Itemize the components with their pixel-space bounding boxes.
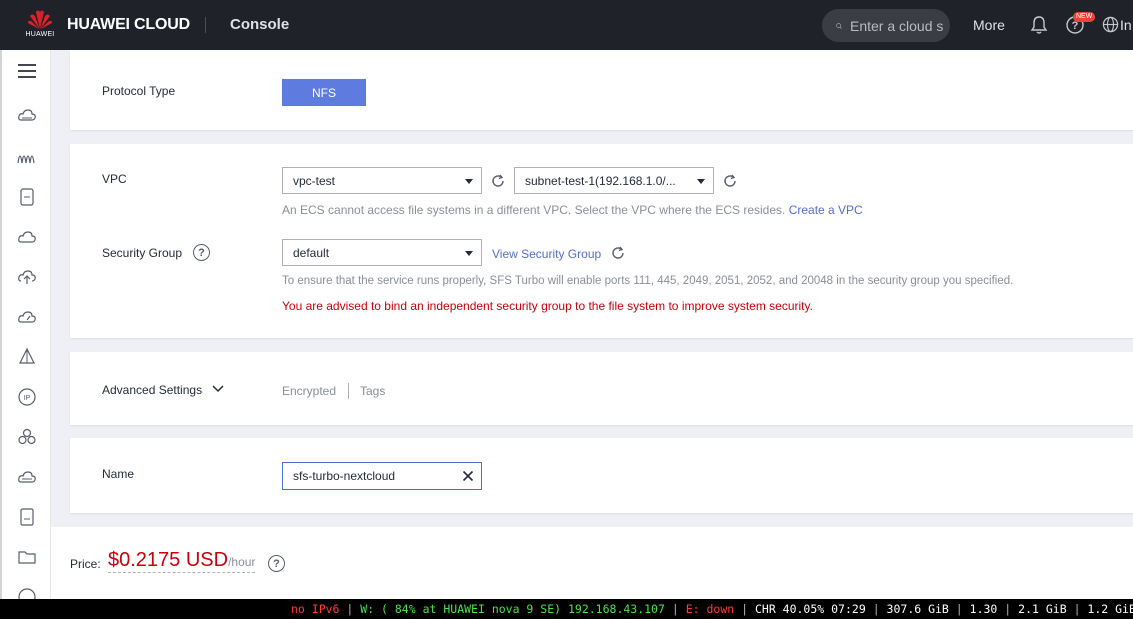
security-group-help-icon[interactable]: ? bbox=[193, 244, 210, 261]
price-amount: $0.2175 USD bbox=[108, 549, 229, 571]
search-icon bbox=[836, 22, 842, 29]
chevron-down-icon[interactable] bbox=[212, 383, 224, 395]
storage-icon[interactable] bbox=[16, 186, 38, 208]
tab-tags[interactable]: Tags bbox=[360, 384, 385, 398]
bandwidth-icon[interactable] bbox=[16, 146, 38, 168]
menu-icon[interactable] bbox=[16, 60, 38, 82]
folder-icon[interactable] bbox=[16, 546, 38, 568]
disk-status: 307.6 GiB bbox=[886, 602, 949, 616]
ethernet-status: E: down bbox=[685, 602, 735, 616]
network-icon[interactable] bbox=[16, 346, 38, 368]
name-field[interactable] bbox=[282, 462, 482, 490]
protocol-type-label: Protocol Type bbox=[102, 84, 176, 98]
language-selector[interactable]: In bbox=[1120, 17, 1132, 33]
cloud-server-icon[interactable] bbox=[16, 106, 38, 128]
vpc-label: VPC bbox=[102, 172, 127, 186]
more-menu[interactable]: More bbox=[973, 17, 1005, 33]
sidebar: IP bbox=[0, 50, 51, 599]
bell-icon[interactable] bbox=[1029, 15, 1049, 35]
name-input[interactable] bbox=[293, 469, 453, 483]
tab-encrypted[interactable]: Encrypted bbox=[282, 384, 336, 398]
search-input[interactable] bbox=[850, 17, 950, 34]
main-content: Protocol Type NFS VPC vpc-test subnet-te… bbox=[51, 50, 1133, 599]
subnet-select-value: subnet-test-1(192.168.1.0/... bbox=[525, 173, 676, 188]
view-security-group-link[interactable]: View Security Group bbox=[492, 247, 601, 261]
more-icon[interactable] bbox=[16, 586, 38, 599]
vpc-select-value: vpc-test bbox=[293, 173, 336, 188]
clear-icon[interactable] bbox=[462, 470, 474, 482]
brand-divider bbox=[205, 17, 206, 33]
refresh-vpc-icon[interactable] bbox=[491, 174, 505, 188]
cloud-icon[interactable] bbox=[16, 226, 38, 248]
price-label: Price: bbox=[70, 557, 101, 571]
memory-status: 2.1 GiB bbox=[1018, 602, 1067, 616]
advanced-settings-card: Advanced Settings Encrypted Tags bbox=[70, 352, 1133, 425]
swap-status: 1.2 GiB bbox=[1087, 602, 1133, 616]
advanced-settings-toggle[interactable]: Advanced Settings bbox=[102, 383, 202, 397]
network-card: VPC vpc-test subnet-test-1(192.168.1.0/.… bbox=[70, 144, 1133, 338]
globe-icon[interactable] bbox=[1102, 16, 1119, 33]
svg-text:IP: IP bbox=[24, 395, 31, 402]
document-icon[interactable] bbox=[16, 506, 38, 528]
load-status: 1.30 bbox=[969, 602, 998, 616]
security-group-warning: You are advised to bind an independent s… bbox=[282, 299, 813, 313]
ipv6-status: no IPv6 bbox=[291, 602, 340, 616]
vpc-hint: An ECS cannot access file systems in a d… bbox=[282, 203, 863, 217]
refresh-security-group-icon[interactable] bbox=[611, 246, 625, 260]
chevron-down-icon bbox=[465, 251, 473, 256]
ip-icon[interactable]: IP bbox=[16, 386, 38, 408]
new-badge: NEW bbox=[1073, 12, 1096, 22]
speed-icon[interactable] bbox=[16, 306, 38, 328]
top-navigation-bar: HUAWEI HUAWEI CLOUD Console More ? NEW I… bbox=[0, 0, 1133, 50]
price-footer: Price: $0.2175 USD/hour ? bbox=[51, 527, 1133, 599]
vpc-hint-text: An ECS cannot access file systems in a d… bbox=[282, 203, 786, 217]
wifi-status: W: ( 84% at HUAWEI nova 9 SE) 192.168.43… bbox=[360, 602, 665, 616]
system-status-bar: no IPv6 | W: ( 84% at HUAWEI nova 9 SE) … bbox=[0, 599, 1133, 619]
huawei-flower-icon bbox=[28, 10, 52, 29]
name-card: Name bbox=[70, 438, 1133, 513]
cluster-icon[interactable] bbox=[16, 426, 38, 448]
name-label: Name bbox=[102, 467, 135, 481]
disk-icon[interactable] bbox=[16, 466, 38, 488]
security-group-hint: To ensure that the service runs properly… bbox=[282, 275, 1014, 287]
console-link[interactable]: Console bbox=[230, 16, 289, 33]
vpc-select[interactable]: vpc-test bbox=[282, 167, 482, 194]
price-value[interactable]: $0.2175 USD/hour bbox=[108, 549, 256, 573]
brand-name[interactable]: HUAWEI CLOUD bbox=[67, 16, 190, 34]
nfs-protocol-button[interactable]: NFS bbox=[282, 79, 366, 106]
logo-text: HUAWEI bbox=[25, 31, 55, 38]
subnet-select[interactable]: subnet-test-1(192.168.1.0/... bbox=[514, 167, 714, 194]
chevron-down-icon bbox=[697, 179, 705, 184]
security-group-select[interactable]: default bbox=[282, 239, 482, 266]
security-group-label: Security Group bbox=[102, 246, 183, 260]
create-vpc-link[interactable]: Create a VPC bbox=[789, 203, 863, 217]
search-box[interactable] bbox=[822, 9, 950, 42]
protocol-card: Protocol Type NFS bbox=[70, 50, 1133, 130]
battery-status: CHR 40.05% 07:29 bbox=[754, 602, 866, 616]
price-help-icon[interactable]: ? bbox=[268, 555, 285, 572]
cloud-upload-icon[interactable] bbox=[16, 266, 38, 288]
tab-divider bbox=[348, 383, 349, 399]
security-group-select-value: default bbox=[293, 245, 330, 260]
price-unit: /hour bbox=[228, 555, 256, 569]
chevron-down-icon bbox=[465, 179, 473, 184]
refresh-subnet-icon[interactable] bbox=[723, 174, 737, 188]
huawei-logo[interactable]: HUAWEI bbox=[22, 8, 58, 42]
